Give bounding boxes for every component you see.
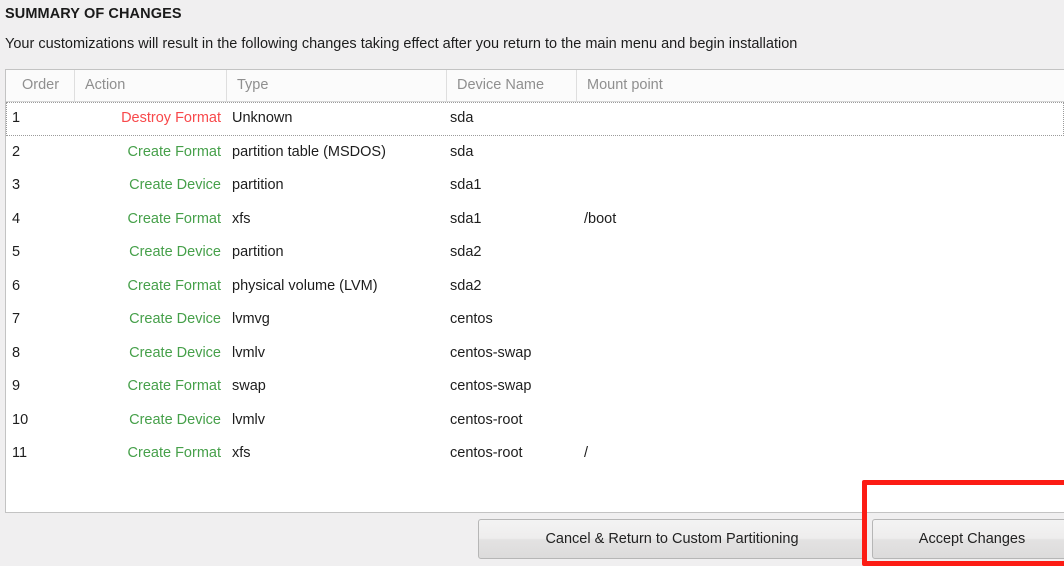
cell-action: Create Device: [74, 303, 221, 337]
cell-type: partition: [232, 169, 446, 203]
page-description: Your customizations will result in the f…: [5, 36, 797, 52]
cell-order: 6: [12, 270, 74, 304]
cell-order: 2: [12, 136, 74, 170]
table-row[interactable]: 11Create Format xfscentos-root/: [6, 437, 1064, 471]
cell-order: 7: [12, 303, 74, 337]
cell-mount: [584, 270, 884, 304]
table-row[interactable]: 5Create Device partitionsda2: [6, 236, 1064, 270]
cell-mount: [584, 236, 884, 270]
cell-action: Destroy Format: [74, 102, 221, 136]
cell-action: Create Format: [74, 370, 221, 404]
cancel-and-return-button[interactable]: Cancel & Return to Custom Partitioning: [478, 519, 866, 559]
cell-order: 4: [12, 203, 74, 237]
cell-type: partition: [232, 236, 446, 270]
cell-mount: [584, 337, 884, 371]
cell-device: sda: [450, 136, 578, 170]
cell-device: centos-swap: [450, 370, 578, 404]
cell-order: 9: [12, 370, 74, 404]
cell-mount: /: [584, 437, 884, 471]
column-header-device[interactable]: Device Name: [446, 70, 576, 101]
cell-action: Create Format: [74, 437, 221, 471]
table-row[interactable]: 10Create Device lvmlvcentos-root: [6, 404, 1064, 438]
column-header-type[interactable]: Type: [226, 70, 446, 101]
table-row[interactable]: 6Create Format physical volume (LVM)sda2: [6, 270, 1064, 304]
table-body: 1Destroy FormatUnknownsda2Create Formatp…: [6, 102, 1064, 471]
cell-device: sda1: [450, 203, 578, 237]
table-row[interactable]: 9Create Format swapcentos-swap: [6, 370, 1064, 404]
table-row[interactable]: 7Create Device lvmvgcentos: [6, 303, 1064, 337]
cell-action: Create Format: [74, 136, 221, 170]
column-header-mount[interactable]: Mount point: [576, 70, 876, 101]
cell-device: centos-root: [450, 437, 578, 471]
cell-type: xfs: [232, 203, 446, 237]
cell-type: lvmlv: [232, 404, 446, 438]
cell-order: 1: [12, 102, 74, 136]
summary-of-changes-dialog: SUMMARY OF CHANGES Your customizations w…: [0, 0, 1064, 566]
cell-action: Create Format: [74, 203, 221, 237]
cell-type: lvmvg: [232, 303, 446, 337]
cell-mount: [584, 303, 884, 337]
accept-changes-button[interactable]: Accept Changes: [872, 519, 1064, 559]
cell-mount: [584, 169, 884, 203]
cell-order: 5: [12, 236, 74, 270]
cell-type: swap: [232, 370, 446, 404]
column-header-order[interactable]: Order: [12, 70, 74, 101]
cell-action: Create Format: [74, 270, 221, 304]
cell-mount: /boot: [584, 203, 884, 237]
table-row[interactable]: 2Create Format partition table (MSDOS)sda: [6, 136, 1064, 170]
column-header-action[interactable]: Action: [74, 70, 226, 101]
cell-type: lvmlv: [232, 337, 446, 371]
cell-action: Create Device: [74, 337, 221, 371]
cell-device: sda1: [450, 169, 578, 203]
cell-type: xfs: [232, 437, 446, 471]
cell-type: partition table (MSDOS): [232, 136, 446, 170]
table-row[interactable]: 4Create Format xfssda1/boot: [6, 203, 1064, 237]
cell-device: centos: [450, 303, 578, 337]
table-row[interactable]: 1Destroy Format Unknownsda: [6, 102, 1064, 136]
page-title: SUMMARY OF CHANGES: [5, 6, 182, 22]
cell-device: centos-root: [450, 404, 578, 438]
cell-mount: [584, 136, 884, 170]
cell-action: Create Device: [74, 236, 221, 270]
cell-device: sda: [450, 102, 578, 136]
cell-device: sda2: [450, 236, 578, 270]
changes-table: OrderActionTypeDevice NameMount point 1D…: [5, 69, 1064, 513]
cell-type: Unknown: [232, 102, 446, 136]
table-row[interactable]: 8Create Device lvmlvcentos-swap: [6, 337, 1064, 371]
cell-type: physical volume (LVM): [232, 270, 446, 304]
cell-order: 8: [12, 337, 74, 371]
cell-order: 11: [12, 437, 74, 471]
cell-action: Create Device: [74, 169, 221, 203]
cell-device: centos-swap: [450, 337, 578, 371]
cell-mount: [584, 370, 884, 404]
cell-order: 10: [12, 404, 74, 438]
cell-device: sda2: [450, 270, 578, 304]
table-header-row: OrderActionTypeDevice NameMount point: [6, 70, 1064, 102]
cell-order: 3: [12, 169, 74, 203]
cell-action: Create Device: [74, 404, 221, 438]
cell-mount: [584, 404, 884, 438]
cell-mount: [584, 102, 884, 136]
table-row[interactable]: 3Create Device partitionsda1: [6, 169, 1064, 203]
